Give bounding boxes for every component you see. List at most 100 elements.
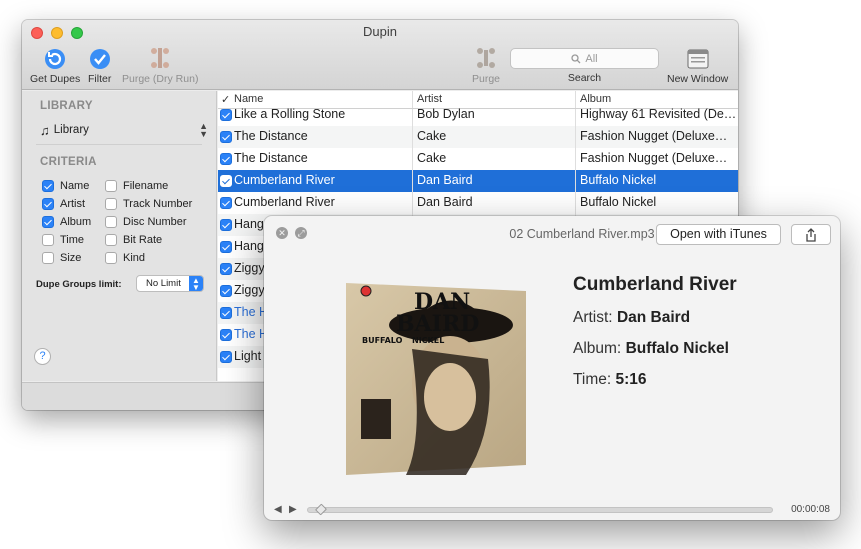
criteria-album[interactable]: Album	[42, 214, 91, 230]
criteria-time[interactable]: Time	[42, 232, 84, 248]
criteria-label: Bit Rate	[123, 234, 163, 246]
criteria-label: Size	[60, 252, 82, 264]
open-with-itunes-button[interactable]: Open with iTunes	[656, 224, 781, 245]
cell-album: Fashion Nugget (Deluxe…	[580, 129, 728, 143]
filter-button[interactable]: Filter	[88, 46, 111, 85]
checkbox[interactable]	[105, 198, 117, 210]
scrubber-knob[interactable]	[314, 503, 328, 516]
search-placeholder: All	[585, 52, 598, 65]
player-controls: ◀ ▶ 00:00:08	[274, 503, 830, 516]
play-icon[interactable]: ▶	[289, 504, 297, 515]
cell-artist: Dan Baird	[417, 173, 473, 187]
purge-dry-icon	[149, 46, 171, 70]
table-row[interactable]: The Distance Cake Fashion Nugget (Deluxe…	[218, 148, 738, 170]
elapsed-time: 00:00:08	[791, 504, 830, 515]
table-row[interactable]: The Distance Cake Fashion Nugget (Deluxe…	[218, 126, 738, 148]
artist-label: Artist:	[573, 309, 613, 326]
checkbox[interactable]	[42, 234, 54, 246]
music-note-icon: ♫	[40, 122, 50, 138]
row-checkbox[interactable]	[220, 219, 232, 231]
criteria-label: Filename	[123, 180, 169, 192]
criteria-label: Disc Number	[123, 216, 187, 228]
checkmark-icon	[89, 46, 111, 70]
sidebar-divider	[36, 144, 202, 145]
quick-look-panel: ✕ ⤢ 02 Cumberland River.mp3 Open with iT…	[264, 216, 840, 520]
share-button[interactable]	[791, 224, 831, 245]
table-row[interactable]: Cumberland River Dan Baird Buffalo Nickel	[218, 192, 738, 214]
checkbox[interactable]	[105, 216, 117, 228]
library-value: Library	[53, 124, 89, 136]
time-value: 5:16	[615, 371, 647, 388]
row-checkbox[interactable]	[220, 307, 232, 319]
purge-icon	[475, 46, 497, 70]
album-value: Buffalo Nickel	[625, 340, 729, 357]
track-title: Cumberland River	[573, 274, 737, 295]
row-checkbox[interactable]	[220, 329, 232, 341]
playback-scrubber[interactable]	[307, 503, 773, 516]
table-row[interactable]: Cumberland River Dan Baird Buffalo Nickel	[218, 170, 738, 192]
row-checkbox[interactable]	[220, 131, 232, 143]
cell-name: Cumberland River	[234, 195, 335, 209]
criteria-label: Track Number	[123, 198, 193, 210]
search-label: Search	[567, 72, 602, 84]
cell-name: The Distance	[234, 151, 308, 165]
art-line: BUFFALO	[362, 336, 403, 345]
cell-name: Like a Rolling Stone	[234, 107, 346, 121]
new-window-button[interactable]: New Window	[667, 46, 728, 85]
time-label: Time:	[573, 371, 612, 388]
criteria-size[interactable]: Size	[42, 250, 81, 266]
new-window-icon	[687, 46, 709, 70]
artist-value: Dan Baird	[616, 309, 691, 326]
help-button[interactable]: ?	[34, 348, 51, 365]
album-artwork: DAN BAIRD BUFFALO NICKEL	[346, 283, 526, 475]
purge-label: Purge	[472, 73, 501, 85]
table-row[interactable]: Like a Rolling Stone Bob Dylan Highway 61 …	[218, 104, 738, 126]
cell-artist: Bob Dylan	[417, 107, 475, 121]
volume-icon[interactable]: ◀	[274, 504, 282, 515]
time-row: Time: 5:16	[573, 371, 737, 389]
cell-album: Highway 61 Revisited (De…	[580, 107, 736, 121]
refresh-icon	[44, 46, 66, 70]
checkbox[interactable]	[105, 252, 117, 264]
library-popup[interactable]: ♫ Library ▲ ▼	[40, 121, 212, 139]
art-line: BAIRD	[396, 311, 479, 337]
get-dupes-button[interactable]: Get Dupes	[30, 46, 80, 85]
cell-name: Cumberland River	[234, 173, 335, 187]
cell-album: Buffalo Nickel	[580, 195, 657, 209]
criteria-name[interactable]: Name	[42, 178, 89, 194]
cell-album: Buffalo Nickel	[580, 173, 657, 187]
checkbox[interactable]	[105, 234, 117, 246]
row-checkbox[interactable]	[220, 153, 232, 165]
row-checkbox[interactable]	[220, 263, 232, 275]
limit-value: No Limit	[146, 278, 181, 289]
row-checkbox[interactable]	[220, 285, 232, 297]
dupe-groups-limit-select[interactable]: No Limit ▲ ▼	[136, 275, 204, 292]
checkbox[interactable]	[42, 180, 54, 192]
criteria-filename[interactable]: Filename	[105, 178, 168, 194]
row-checkbox[interactable]	[220, 109, 232, 121]
purge-dry-label: Purge (Dry Run)	[122, 73, 199, 85]
checkbox[interactable]	[42, 216, 54, 228]
search-icon	[571, 53, 581, 63]
criteria-kind[interactable]: Kind	[105, 250, 145, 266]
criteria-track-number[interactable]: Track Number	[105, 196, 192, 212]
criteria-bit-rate[interactable]: Bit Rate	[105, 232, 162, 248]
file-name: 02 Cumberland River.mp3	[509, 227, 655, 241]
art-line: NICKEL	[412, 336, 444, 345]
criteria-label: Artist	[60, 198, 86, 210]
checkbox[interactable]	[105, 180, 117, 192]
checkbox[interactable]	[42, 198, 54, 210]
search-field[interactable]: All	[510, 48, 659, 69]
checkbox[interactable]	[42, 252, 54, 264]
get-dupes-label: Get Dupes	[30, 73, 81, 85]
purge-button[interactable]: Purge	[472, 46, 500, 85]
row-checkbox[interactable]	[220, 241, 232, 253]
criteria-label: Name	[60, 180, 90, 192]
row-checkbox[interactable]	[220, 351, 232, 363]
purge-dry-run-button[interactable]: Purge (Dry Run)	[122, 46, 198, 85]
row-checkbox[interactable]	[220, 197, 232, 209]
window-title: Dupin	[363, 24, 397, 39]
row-checkbox[interactable]	[220, 175, 232, 187]
criteria-artist[interactable]: Artist	[42, 196, 85, 212]
criteria-disc-number[interactable]: Disc Number	[105, 214, 187, 230]
